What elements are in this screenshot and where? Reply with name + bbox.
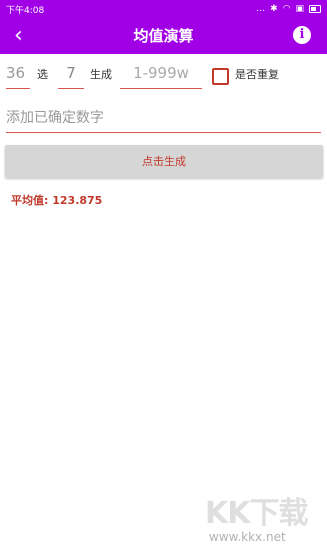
sim-icon: ▣ xyxy=(295,4,304,14)
average-result: 平均值: 123.875 xyxy=(11,194,103,207)
app-bar: ‹ 均值演算 i xyxy=(0,18,327,54)
repeat-checkbox[interactable] xyxy=(212,68,229,85)
status-bar: 下午4:08 … ✱ ◠ ▣ xyxy=(0,0,327,18)
bluetooth-icon: ✱ xyxy=(270,4,278,14)
select-input[interactable]: 7 xyxy=(58,58,84,89)
page-title: 均值演算 xyxy=(133,27,194,45)
generate-button[interactable]: 点击生成 xyxy=(5,145,323,178)
status-time: 下午4:08 xyxy=(6,5,45,16)
range-input[interactable]: 1-999w xyxy=(120,58,202,89)
battery-icon xyxy=(309,5,321,13)
watermark-logo: KK下载 xyxy=(205,496,308,531)
select-label: 选 xyxy=(37,68,48,81)
generate-options-row: 36 选 7 生成 1-999w 是否重复 xyxy=(6,58,321,92)
info-icon[interactable]: i xyxy=(293,26,311,44)
watermark-url: www.kkx.net xyxy=(209,530,286,544)
dots-icon: … xyxy=(256,4,266,14)
status-icons: … ✱ ◠ ▣ xyxy=(256,4,321,14)
add-number-input[interactable]: 添加已确定数字 xyxy=(6,104,321,133)
generate-label: 生成 xyxy=(90,68,112,81)
watermark: KK下载 www.kkx.net xyxy=(205,488,325,548)
repeat-label: 是否重复 xyxy=(235,68,279,81)
count-input[interactable]: 36 xyxy=(6,58,30,89)
wifi-icon: ◠ xyxy=(282,4,291,14)
